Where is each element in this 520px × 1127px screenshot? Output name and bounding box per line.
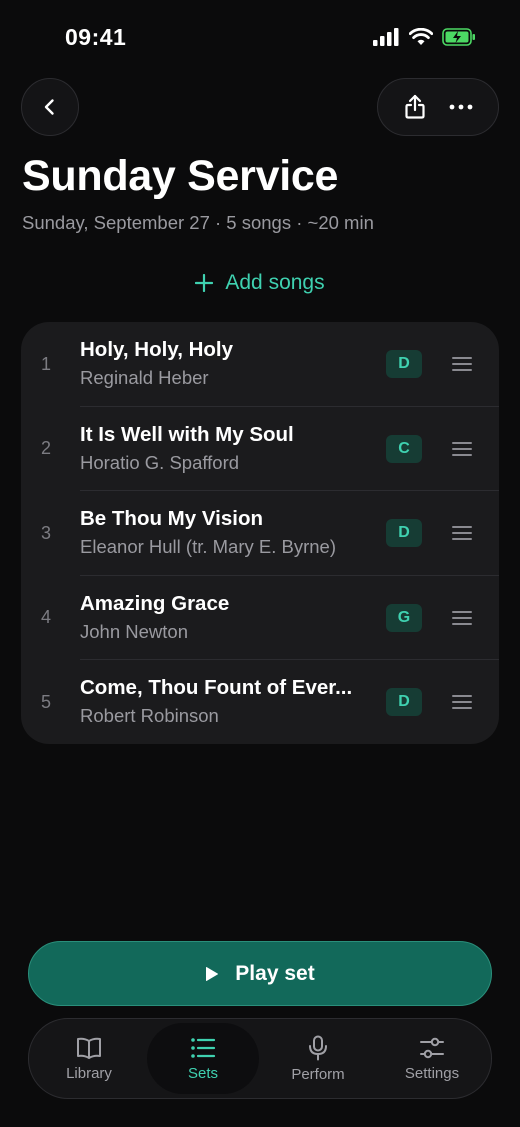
song-title: Holy, Holy, Holy: [80, 338, 234, 361]
song-number: 2: [41, 438, 52, 459]
song-number: 4: [41, 607, 52, 628]
add-songs-label: Add songs: [225, 271, 325, 294]
song-author: John Newton: [80, 620, 188, 642]
set-subtitle: Sunday, September 27 · 5 songs · ~20 min: [22, 212, 374, 233]
tab-label: Perform: [291, 1065, 345, 1083]
tab-label: Settings: [404, 1064, 460, 1082]
chevron-left-icon: [44, 99, 54, 115]
song-title: Amazing Grace: [80, 591, 230, 615]
key-badge[interactable]: C: [386, 434, 422, 463]
drag-handle-icon[interactable]: [449, 523, 475, 543]
song-author: Robert Robinson: [80, 705, 219, 726]
book-icon: [77, 1037, 101, 1059]
song-number: 3: [41, 522, 52, 543]
song-number: 1: [41, 353, 52, 374]
tab-library[interactable]: Library: [33, 1023, 145, 1094]
tab-bar: Library Sets Perform Settings: [28, 1018, 492, 1099]
song-row[interactable]: 5 Come, Thou Fount of Ever... Robert Rob…: [21, 660, 499, 744]
song-title: Be Thou My Vision: [80, 507, 263, 530]
add-songs-button[interactable]: Add songs: [0, 266, 520, 300]
tab-sets[interactable]: Sets: [147, 1023, 259, 1094]
key-badge[interactable]: G: [386, 603, 422, 632]
song-row[interactable]: 1 Holy, Holy, Holy Reginald Heber D: [21, 322, 499, 407]
song-list: 1 Holy, Holy, Holy Reginald Heber D 2 It…: [21, 322, 499, 744]
status-icons: [373, 28, 476, 46]
share-button[interactable]: [395, 87, 435, 127]
play-set-button[interactable]: Play set: [28, 941, 492, 1006]
play-icon: [206, 966, 219, 981]
song-title: Come, Thou Fount of Ever...: [80, 676, 353, 699]
tab-label: Sets: [187, 1064, 218, 1082]
song-author: Horatio G. Spafford: [80, 451, 240, 473]
drag-handle-icon[interactable]: [449, 439, 475, 459]
key-badge[interactable]: D: [386, 519, 422, 547]
tab-label: Library: [66, 1064, 112, 1082]
wifi-icon: [409, 28, 433, 45]
song-row[interactable]: 2 It Is Well with My Soul Horatio G. Spa…: [21, 407, 499, 491]
song-author: Eleanor Hull (tr. Mary E. Byrne): [80, 536, 336, 557]
header-actions: [377, 78, 499, 136]
drag-handle-icon[interactable]: [449, 608, 475, 628]
tab-perform[interactable]: Perform: [262, 1023, 374, 1094]
battery-charging-icon: [442, 28, 475, 46]
more-button[interactable]: [441, 87, 481, 127]
song-author: Reginald Heber: [80, 367, 209, 388]
tab-settings[interactable]: Settings: [376, 1023, 488, 1094]
status-bar: 09:41: [0, 0, 520, 70]
list-icon: [191, 1037, 216, 1058]
song-row[interactable]: 4 Amazing Grace John Newton G: [21, 576, 499, 660]
status-time: 09:41: [65, 24, 127, 50]
song-number: 5: [41, 691, 52, 712]
song-title: It Is Well with My Soul: [80, 422, 294, 446]
back-button[interactable]: [21, 78, 79, 136]
drag-handle-icon[interactable]: [449, 354, 475, 374]
microphone-icon: [309, 1035, 327, 1060]
play-set-label: Play set: [235, 961, 315, 985]
song-row[interactable]: 3 Be Thou My Vision Eleanor Hull (tr. Ma…: [21, 491, 499, 576]
signal-icon: [373, 28, 399, 46]
key-badge[interactable]: D: [386, 688, 422, 716]
more-horizontal-icon: [449, 104, 473, 110]
sliders-icon: [420, 1037, 444, 1058]
page-title: Sunday Service: [22, 152, 339, 200]
drag-handle-icon[interactable]: [449, 692, 475, 712]
share-icon: [405, 94, 425, 119]
key-badge[interactable]: D: [386, 350, 422, 378]
plus-icon: [195, 274, 214, 292]
